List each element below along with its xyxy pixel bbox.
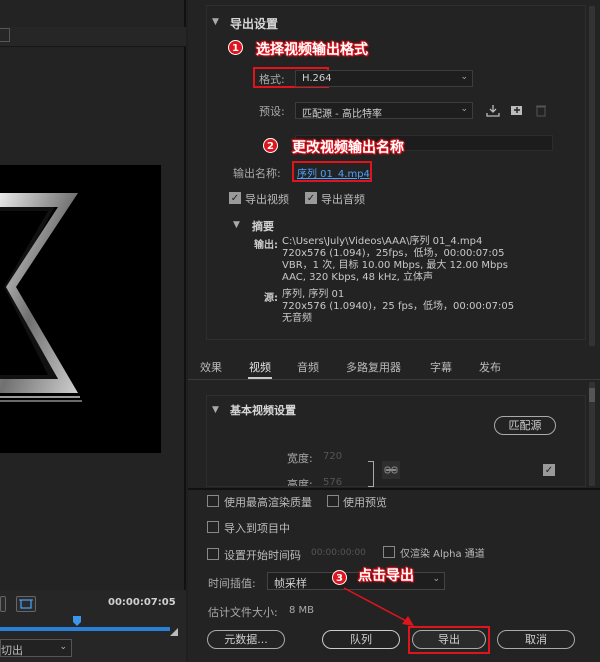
preview-dropdown[interactable] — [0, 28, 10, 42]
crop-icon[interactable] — [16, 596, 36, 612]
width-value[interactable]: 720 — [323, 451, 342, 462]
timecode-display: 00:00:07:05 — [108, 597, 176, 608]
output-name-link[interactable]: 序列 01_4.mp4 — [297, 165, 370, 180]
queue-button[interactable]: 队列 — [322, 630, 400, 649]
set-start-timecode-label: 设置开始时间码 — [224, 549, 301, 562]
import-to-project-label: 导入到项目中 — [224, 522, 290, 535]
use-previews-label: 使用预览 — [343, 496, 387, 509]
summary-chevron-icon[interactable]: ▼ — [233, 220, 240, 230]
preset-select[interactable]: 匹配源 - 高比特率 ⌄ — [295, 102, 473, 120]
render-alpha-only-label: 仅渲染 Alpha 通道 — [400, 549, 485, 560]
tab-multiplexer[interactable]: 多路复用器 — [346, 359, 401, 375]
export-settings-title: 导出设置 — [230, 17, 279, 31]
estimated-size-label: 估计文件大小: — [208, 606, 278, 619]
width-label: 宽度: — [287, 452, 313, 465]
tab-audio[interactable]: 音频 — [297, 359, 319, 375]
export-video-checkbox[interactable]: ✓ — [229, 192, 241, 204]
save-preset-icon[interactable] — [486, 104, 500, 117]
time-interpolation-value: 帧采样 — [274, 577, 307, 590]
chevron-down-icon: ⌄ — [432, 574, 440, 584]
format-value: H.264 — [302, 73, 332, 84]
preview-frame-graphic — [0, 193, 82, 402]
chevron-down-icon: ⌄ — [460, 72, 468, 82]
summary-output-line: C:\Users\July\Videos\AAA\序列 01_4.mp4 — [282, 236, 483, 247]
callout-3-badge: 3 — [332, 570, 347, 585]
preset-value: 匹配源 - 高比特率 — [302, 109, 382, 120]
tab-effects[interactable]: 效果 — [200, 359, 222, 375]
summary-source-lines: 序列, 序列 01 720x576 (1.0940)，25 fps，低场，00:… — [282, 289, 582, 325]
summary-source-line: 无音频 — [282, 313, 312, 324]
tab-captions[interactable]: 字幕 — [430, 359, 452, 375]
callout-2-text: 更改视频输出名称 — [292, 140, 404, 156]
height-label: 高度: — [287, 478, 313, 486]
callout-3-arrow — [343, 587, 414, 626]
max-render-quality-label: 使用最高渲染质量 — [224, 496, 312, 509]
summary-output-label: 输出: — [254, 240, 278, 251]
cancel-button[interactable]: 取消 — [497, 630, 575, 649]
max-render-quality-checkbox[interactable] — [207, 495, 219, 507]
time-interpolation-label: 时间插值: — [208, 577, 256, 590]
render-alpha-only-checkbox[interactable] — [383, 546, 395, 558]
summary-title: 摘要 — [252, 220, 274, 233]
preview-toolbar — [0, 27, 186, 47]
start-timecode-value[interactable]: 00:00:00:00 — [311, 548, 366, 558]
export-video-label: 导出视频 — [245, 193, 289, 206]
basic-video-settings-title: 基本视频设置 — [230, 404, 296, 417]
callout-2-badge: 2 — [263, 138, 278, 153]
metadata-button[interactable]: 元数据... — [207, 630, 285, 649]
preset-label: 预设: — [259, 105, 285, 118]
output-name-label: 输出名称: — [233, 167, 281, 180]
summary-output-line: VBR，1 次, 目标 10.00 Mbps, 最大 12.00 Mbps — [282, 260, 508, 271]
height-value[interactable]: 576 — [323, 477, 342, 486]
link-dimensions-icon[interactable] — [382, 461, 400, 479]
format-label: 格式: — [259, 73, 285, 86]
summary-output-line: AAC, 320 Kbps, 48 kHz, 立体声 — [282, 272, 434, 283]
source-range-select[interactable]: 切出 ⌄ — [0, 639, 72, 657]
import-preset-icon[interactable] — [510, 104, 524, 117]
format-select[interactable]: H.264 ⌄ — [295, 70, 473, 87]
video-scrollbar-thumb[interactable] — [589, 388, 595, 402]
match-source-button[interactable]: 匹配源 — [494, 416, 556, 435]
summary-output-line: 720x576 (1.094)，25fps，低场，00:00:07:05 — [282, 248, 505, 259]
export-audio-checkbox[interactable]: ✓ — [305, 192, 317, 204]
summary-source-label: 源: — [264, 293, 278, 304]
callout-3-text: 点击导出 — [358, 568, 414, 584]
export-audio-label: 导出音频 — [321, 193, 365, 206]
export-button[interactable]: 导出 — [412, 630, 486, 649]
callout-1-text: 选择视频输出格式 — [256, 42, 368, 58]
tab-video[interactable]: 视频 — [249, 359, 271, 375]
estimated-size-value: 8 MB — [289, 605, 315, 616]
collapse-chevron-icon[interactable]: ▼ — [212, 17, 219, 27]
aspect-bracket — [368, 461, 374, 487]
summary-source-line: 序列, 序列 01 — [282, 289, 345, 300]
chevron-down-icon: ⌄ — [59, 642, 67, 652]
video-settings-chevron-icon[interactable]: ▼ — [212, 405, 219, 415]
timeline-range-bar[interactable] — [0, 627, 170, 631]
chevron-down-icon: ⌄ — [460, 104, 468, 114]
tab-publish[interactable]: 发布 — [479, 359, 501, 375]
summary-output-lines: C:\Users\July\Videos\AAA\序列 01_4.mp4 720… — [282, 236, 582, 284]
left-control-button[interactable] — [0, 596, 6, 612]
callout-1-badge: 1 — [228, 40, 243, 55]
settings-scrollbar[interactable] — [589, 6, 595, 346]
use-previews-checkbox[interactable] — [327, 495, 339, 507]
match-dimensions-checkbox[interactable]: ✓ — [543, 464, 555, 476]
set-start-timecode-checkbox[interactable] — [207, 548, 219, 560]
summary-source-line: 720x576 (1.0940)，25 fps，低场，00:00:07:05 — [282, 301, 515, 312]
active-tab-indicator — [248, 377, 272, 379]
delete-preset-icon[interactable] — [535, 104, 547, 117]
source-range-value: 切出 — [1, 644, 23, 657]
import-to-project-checkbox[interactable] — [207, 521, 219, 533]
video-preview — [0, 165, 161, 453]
